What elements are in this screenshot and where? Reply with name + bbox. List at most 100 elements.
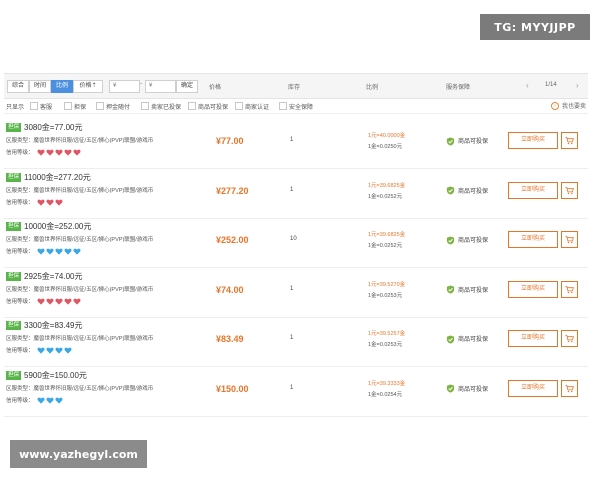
heart-icon — [46, 298, 54, 305]
my-sell-link[interactable]: › 我也要卖 — [550, 101, 586, 111]
buy-now-button[interactable]: 立即购买 — [508, 181, 558, 199]
column-service: 服务保障 — [446, 85, 471, 91]
watermark-bottom: www.yazhegyl.com — [10, 440, 147, 468]
listing-title[interactable]: 3080金=77.00元 — [24, 122, 83, 133]
buy-now-button[interactable]: 立即购买 — [508, 280, 558, 298]
insurance-icon — [446, 137, 455, 146]
guarantee-badge: 担保 — [6, 123, 22, 132]
heart-icon — [55, 248, 63, 255]
prev-page-button[interactable]: ‹ — [526, 80, 529, 91]
filter-checkbox-seller-insured[interactable] — [141, 102, 149, 110]
heart-icon — [37, 199, 45, 206]
listing-unit-price: 1金=0.0253元 — [368, 292, 403, 299]
listing-service: 商品可投保 — [446, 186, 488, 196]
heart-icon — [55, 298, 63, 305]
heart-icon — [64, 347, 72, 354]
listing-region: 区服类型：魔兽世界怀旧服/远征/五区/狮心(PVP)联盟/游戏币 — [6, 237, 154, 243]
add-to-cart-button[interactable] — [561, 330, 578, 347]
listing-title[interactable]: 2925金=74.00元 — [24, 271, 83, 282]
listing-title[interactable]: 10000金=252.00元 — [24, 221, 91, 232]
watermark-top: TG: MYYJJPP — [480, 14, 590, 40]
filter-checkbox-kefu[interactable] — [30, 102, 38, 110]
listing-region: 区服类型：魔兽世界怀旧服/远征/五区/狮心(PVP)联盟/游戏币 — [6, 336, 154, 342]
guarantee-badge: 担保 — [6, 370, 22, 380]
sort-tab-time[interactable]: 时间 — [29, 80, 51, 93]
heart-icon — [55, 347, 63, 354]
column-ratio: 比例 — [366, 85, 379, 91]
filter-checkbox-certified[interactable] — [235, 102, 243, 110]
heart-icon — [73, 298, 81, 305]
listing-title[interactable]: 5900金=150.00元 — [24, 370, 87, 381]
listing-credit: 信用等级： — [6, 148, 82, 156]
confirm-range-button[interactable]: 确定 — [176, 80, 198, 93]
arrow-circle-icon: › — [550, 102, 559, 111]
heart-icon — [46, 397, 54, 404]
add-to-cart-button[interactable] — [561, 379, 578, 397]
sort-tab-price[interactable]: 价格⇡ — [73, 80, 103, 93]
filter-option-deposit: 押金随付 — [106, 105, 131, 111]
heart-icon — [73, 248, 81, 255]
listing-row: 担保 5900金=150.00元 区服类型：魔兽世界怀旧服/远征/五区/狮心(PVP… — [4, 366, 588, 417]
filter-checkbox-insurable[interactable] — [188, 102, 196, 110]
filter-checkbox-danbao[interactable] — [64, 102, 72, 110]
filter-option-kefu: 客服 — [40, 105, 53, 111]
listing-stock: 1 — [290, 335, 294, 341]
credit-hearts — [37, 199, 64, 206]
add-to-cart-button[interactable] — [561, 280, 578, 298]
listing-ratio: 1元=40.0000金 — [368, 133, 406, 139]
listing-ratio: 1元=39.5257金 — [368, 331, 406, 337]
listing-price: ¥277.20 — [216, 185, 249, 196]
add-to-cart-button[interactable] — [561, 231, 578, 248]
heart-icon — [64, 298, 72, 305]
listing-price: ¥83.49 — [216, 334, 244, 344]
listing-title[interactable]: 3300金=83.49元 — [24, 320, 83, 331]
buy-now-button[interactable]: 立即购买 — [508, 132, 558, 149]
listing-service: 商品可投保 — [446, 235, 488, 245]
heart-icon — [46, 248, 54, 255]
filter-option-security: 安全保障 — [289, 105, 314, 111]
listing-title[interactable]: 11000金=277.20元 — [24, 172, 91, 183]
filter-option-danbao: 担保 — [74, 105, 87, 111]
buy-now-button[interactable]: 立即购买 — [508, 231, 558, 248]
cart-icon — [565, 334, 574, 343]
listing-region: 区服类型：魔兽世界怀旧服/远征/五区/狮心(PVP)联盟/游戏币 — [6, 286, 154, 293]
cart-icon — [565, 285, 574, 293]
listing-unit-price: 1金=0.0253元 — [368, 342, 403, 348]
heart-icon — [55, 397, 63, 404]
listing-ratio: 1元=39.5270金 — [368, 281, 406, 288]
add-to-cart-button[interactable] — [561, 132, 578, 149]
filter-checkbox-security[interactable] — [279, 102, 287, 110]
heart-icon — [46, 199, 54, 206]
add-to-cart-button[interactable] — [561, 181, 578, 199]
listing-service: 商品可投保 — [446, 136, 488, 146]
max-price-input[interactable]: ¥ — [145, 80, 176, 93]
my-sell-label: 我也要卖 — [561, 104, 586, 110]
listing-unit-price: 1金=0.0250元 — [368, 144, 403, 150]
listing-ratio: 1元=39.3333金 — [368, 380, 406, 387]
min-price-input[interactable]: ¥ — [109, 80, 140, 93]
listing-row: 担保 3300金=83.49元区服类型：魔兽世界怀旧服/远征/五区/狮心(PVP)… — [4, 316, 588, 367]
heart-icon — [55, 149, 63, 156]
buy-now-button[interactable]: 立即购买 — [508, 379, 558, 397]
listing-ratio: 1元=39.6825金 — [368, 232, 406, 238]
listing-credit: 信用等级： — [6, 396, 64, 404]
listing-price: ¥150.00 — [216, 383, 249, 394]
filter-checkbox-deposit[interactable] — [96, 102, 104, 110]
heart-icon — [55, 199, 63, 206]
credit-hearts — [37, 347, 73, 354]
insurance-icon — [446, 335, 455, 344]
filter-option-seller-insured: 卖家已投保 — [151, 105, 182, 111]
listing-stock: 1 — [290, 137, 294, 143]
insurance-icon — [446, 236, 455, 245]
sort-tab-ratio[interactable]: 比例 — [51, 80, 73, 93]
listing-credit: 信用等级： — [6, 297, 82, 305]
buy-now-button[interactable]: 立即购买 — [508, 330, 558, 347]
listing-price: ¥74.00 — [216, 284, 244, 295]
next-page-button[interactable]: › — [576, 80, 579, 91]
listing-credit: 信用等级： — [6, 247, 82, 255]
cart-icon — [565, 136, 574, 145]
listing-service: 商品可投保 — [446, 384, 488, 394]
guarantee-badge: 担保 — [6, 321, 22, 330]
sort-tab-overall[interactable]: 综合 — [7, 80, 29, 93]
listing-region: 区服类型：魔兽世界怀旧服/远征/五区/狮心(PVP)联盟/游戏币 — [6, 138, 154, 144]
